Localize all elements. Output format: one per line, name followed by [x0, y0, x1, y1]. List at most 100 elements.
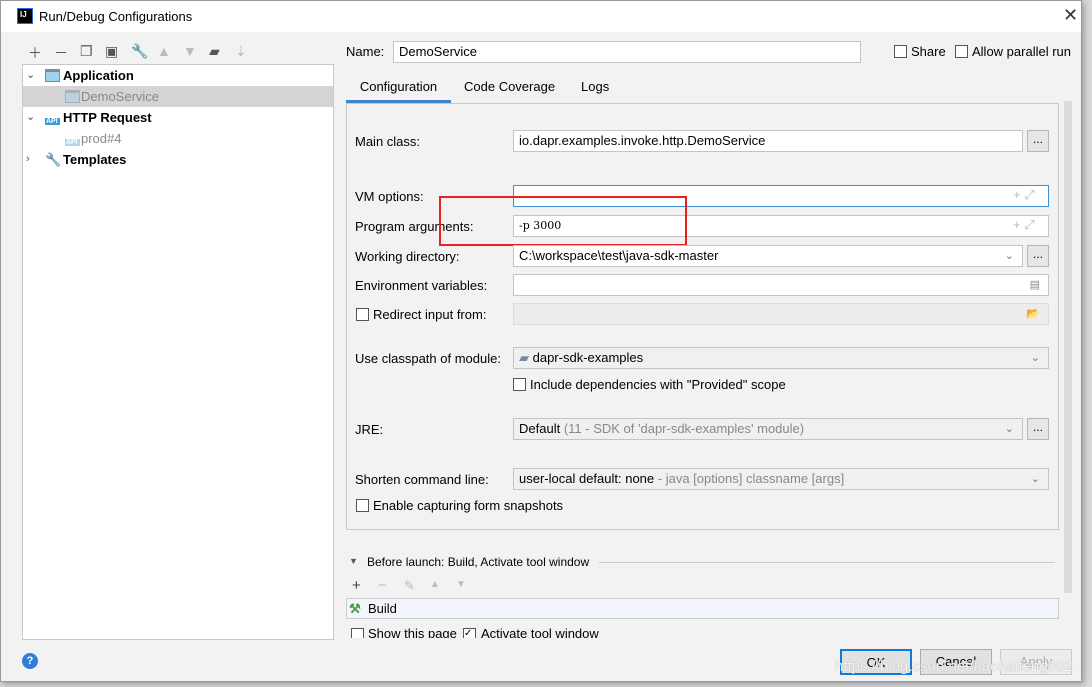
- intellij-logo-icon: IJ: [17, 8, 33, 24]
- main-class-label: Main class:: [355, 134, 421, 149]
- minus-icon[interactable]: －: [54, 43, 68, 63]
- show-page-checkbox[interactable]: [351, 628, 364, 638]
- activate-tool-checkbox[interactable]: ✓: [463, 628, 476, 638]
- chevron-down-icon[interactable]: ⌄: [1031, 348, 1040, 368]
- allow-parallel-label: Allow parallel run: [972, 44, 1071, 59]
- title-bar: IJ Run/Debug Configurations ✕: [1, 1, 1081, 32]
- chevron-down-icon[interactable]: ⌄: [26, 65, 36, 86]
- redirect-input-label: Redirect input from:: [373, 307, 487, 322]
- classpath-module-value: dapr-sdk-examples: [532, 350, 644, 365]
- working-directory-label: Working directory:: [355, 249, 460, 264]
- arrow-up-icon[interactable]: ▲: [157, 43, 171, 59]
- sort-icon[interactable]: ⇣: [235, 43, 247, 60]
- tree-item-http-request[interactable]: ⌄ API HTTP Request: [23, 107, 333, 128]
- before-launch-item[interactable]: Build: [368, 599, 397, 618]
- name-input[interactable]: DemoService: [393, 41, 861, 63]
- redirect-input-checkbox[interactable]: [356, 308, 369, 321]
- wrench-icon[interactable]: 🔧: [131, 43, 148, 60]
- run-debug-dialog: IJ Run/Debug Configurations ✕ ＋ － ❐ ▣ 🔧 …: [0, 0, 1082, 682]
- jre-select[interactable]: Default (11 - SDK of 'dapr-sdk-examples'…: [513, 418, 1023, 440]
- tree-item-templates[interactable]: › 🔧 Templates: [23, 149, 333, 170]
- expand-icon[interactable]: + ⤢: [1013, 187, 1035, 203]
- share-checkbox[interactable]: [894, 45, 907, 58]
- shorten-command-select[interactable]: user-local default: none - java [options…: [513, 468, 1049, 490]
- tree-label: prod#4: [81, 131, 122, 146]
- include-provided-label: Include dependencies with "Provided" sco…: [530, 377, 786, 392]
- folder-icon[interactable]: 📂: [1026, 304, 1040, 324]
- share-label: Share: [911, 44, 946, 59]
- main-class-input[interactable]: io.dapr.examples.invoke.http.DemoService: [513, 130, 1023, 152]
- arrow-up-icon[interactable]: ▲: [430, 579, 440, 590]
- enable-snapshots-checkbox[interactable]: [356, 499, 369, 512]
- activate-tool-label: Activate tool window: [481, 626, 599, 638]
- arrow-down-icon[interactable]: ▼: [183, 43, 197, 59]
- before-launch-list: ⚒ Build: [346, 598, 1059, 619]
- allow-parallel-checkbox[interactable]: [955, 45, 968, 58]
- document-icon[interactable]: ▤: [1030, 275, 1040, 295]
- tree-item-demoservice[interactable]: DemoService: [23, 86, 333, 107]
- environment-variables-input[interactable]: ▤: [513, 274, 1049, 296]
- tree-item-prod4[interactable]: API prod#4: [23, 128, 333, 149]
- copy-icon[interactable]: ❐: [80, 43, 93, 60]
- api-icon: API: [45, 118, 60, 125]
- hammer-icon: ⚒: [349, 601, 361, 616]
- classpath-module-select[interactable]: ▰ dapr-sdk-examples ⌄: [513, 347, 1049, 369]
- show-page-label: Show this page: [368, 626, 457, 638]
- scrollbar[interactable]: [1064, 101, 1072, 593]
- tree-item-application[interactable]: ⌄ Application: [23, 65, 333, 86]
- arrow-down-icon[interactable]: ▼: [456, 579, 466, 590]
- edit-icon[interactable]: ✎: [404, 578, 415, 594]
- name-label: Name:: [346, 44, 385, 59]
- tree-label: HTTP Request: [63, 110, 152, 125]
- minus-icon[interactable]: −: [378, 577, 387, 594]
- enable-snapshots-label: Enable capturing form snapshots: [373, 498, 564, 513]
- tree-label: Application: [63, 68, 134, 83]
- tree-label: DemoService: [81, 89, 160, 104]
- include-provided-checkbox[interactable]: [513, 378, 526, 391]
- watermark: https://blog.csdn.net/haohaifeng002: [835, 658, 1073, 675]
- classpath-module-label: Use classpath of module:: [355, 351, 501, 366]
- close-icon[interactable]: ✕: [1063, 5, 1078, 26]
- help-icon[interactable]: ?: [22, 653, 38, 669]
- window-title: Run/Debug Configurations: [39, 9, 193, 24]
- before-launch-title: Before launch: Build, Activate tool wind…: [367, 555, 590, 569]
- tree-label: Templates: [63, 152, 127, 167]
- highlight-box: [439, 196, 687, 246]
- plus-icon[interactable]: +: [352, 577, 361, 594]
- shorten-hint: - java [options] classname [args]: [657, 471, 845, 486]
- main-class-browse-button[interactable]: ...: [1027, 130, 1049, 152]
- shorten-value: user-local default: none: [519, 471, 655, 486]
- tab-logs[interactable]: Logs: [581, 79, 609, 103]
- chevron-down-icon[interactable]: ⌄: [1005, 419, 1014, 439]
- divider: [599, 562, 1055, 563]
- wrench-icon: 🔧: [45, 152, 62, 167]
- environment-variables-label: Environment variables:: [355, 278, 488, 293]
- tab-configuration[interactable]: Configuration: [346, 79, 451, 103]
- working-directory-value: C:\workspace\test\java-sdk-master: [519, 248, 719, 263]
- application-icon: [45, 69, 60, 82]
- redirect-input-field[interactable]: 📂: [513, 303, 1049, 325]
- jre-hint: (11 - SDK of 'dapr-sdk-examples' module): [563, 421, 805, 436]
- module-folder-icon: ▰: [519, 350, 533, 365]
- working-directory-input[interactable]: C:\workspace\test\java-sdk-master ⌄: [513, 245, 1023, 267]
- jre-value: Default: [519, 421, 561, 436]
- configuration-tree: ⌄ Application DemoService ⌄ API HTTP Req…: [22, 64, 334, 640]
- working-directory-browse-button[interactable]: ...: [1027, 245, 1049, 267]
- new-folder-icon[interactable]: ▰: [209, 43, 220, 60]
- collapse-triangle-icon[interactable]: ▼: [349, 556, 358, 566]
- chevron-down-icon[interactable]: ⌄: [1031, 469, 1040, 489]
- tab-code-coverage[interactable]: Code Coverage: [464, 79, 555, 103]
- save-icon[interactable]: ▣: [105, 43, 118, 60]
- api-icon: API: [65, 139, 80, 146]
- chevron-right-icon[interactable]: ›: [26, 149, 36, 170]
- clipped-options-row: Show this page ✓ Activate tool window: [346, 626, 666, 638]
- chevron-down-icon[interactable]: ⌄: [26, 107, 36, 128]
- expand-icon[interactable]: + ⤢: [1013, 217, 1035, 233]
- shorten-command-label: Shorten command line:: [355, 472, 489, 487]
- jre-browse-button[interactable]: ...: [1027, 418, 1049, 440]
- plus-icon[interactable]: ＋: [28, 43, 42, 63]
- chevron-down-icon[interactable]: ⌄: [1005, 246, 1014, 266]
- vm-options-label: VM options:: [355, 189, 424, 204]
- jre-label: JRE:: [355, 422, 384, 437]
- application-icon: [65, 90, 80, 103]
